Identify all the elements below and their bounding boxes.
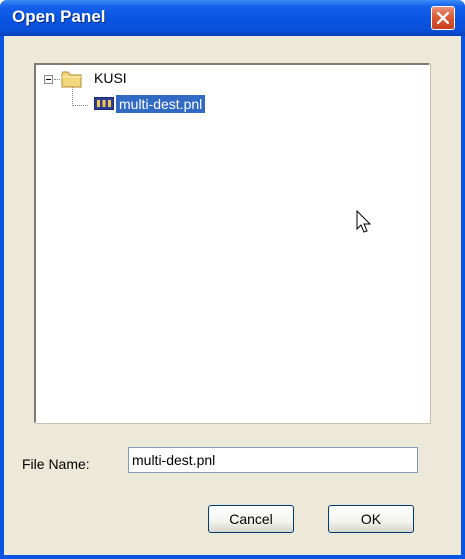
tree-node-label: multi-dest.pnl bbox=[116, 95, 206, 113]
open-panel-dialog: Open Panel KUSI multi-dest.pnl File Name… bbox=[0, 0, 465, 559]
dialog-title: Open Panel bbox=[12, 7, 106, 26]
close-button[interactable] bbox=[431, 6, 455, 30]
panel-tree-view[interactable]: KUSI multi-dest.pnl bbox=[34, 63, 430, 423]
collapse-icon[interactable] bbox=[44, 75, 53, 84]
tree-connector bbox=[72, 87, 73, 106]
tree-connector bbox=[54, 79, 60, 80]
tree-connector bbox=[72, 105, 88, 106]
title-bar[interactable]: Open Panel bbox=[0, 0, 465, 36]
cancel-button[interactable]: Cancel bbox=[208, 505, 294, 533]
close-icon bbox=[437, 12, 449, 24]
tree-node-label: KUSI bbox=[94, 70, 127, 86]
dialog-body: KUSI multi-dest.pnl File Name: Cancel OK bbox=[4, 36, 461, 555]
mouse-pointer-icon bbox=[356, 210, 372, 233]
file-name-label: File Name: bbox=[22, 456, 90, 472]
file-name-input[interactable] bbox=[128, 447, 418, 473]
folder-icon bbox=[61, 71, 82, 88]
panel-file-icon bbox=[94, 97, 114, 110]
ok-button[interactable]: OK bbox=[328, 505, 414, 533]
